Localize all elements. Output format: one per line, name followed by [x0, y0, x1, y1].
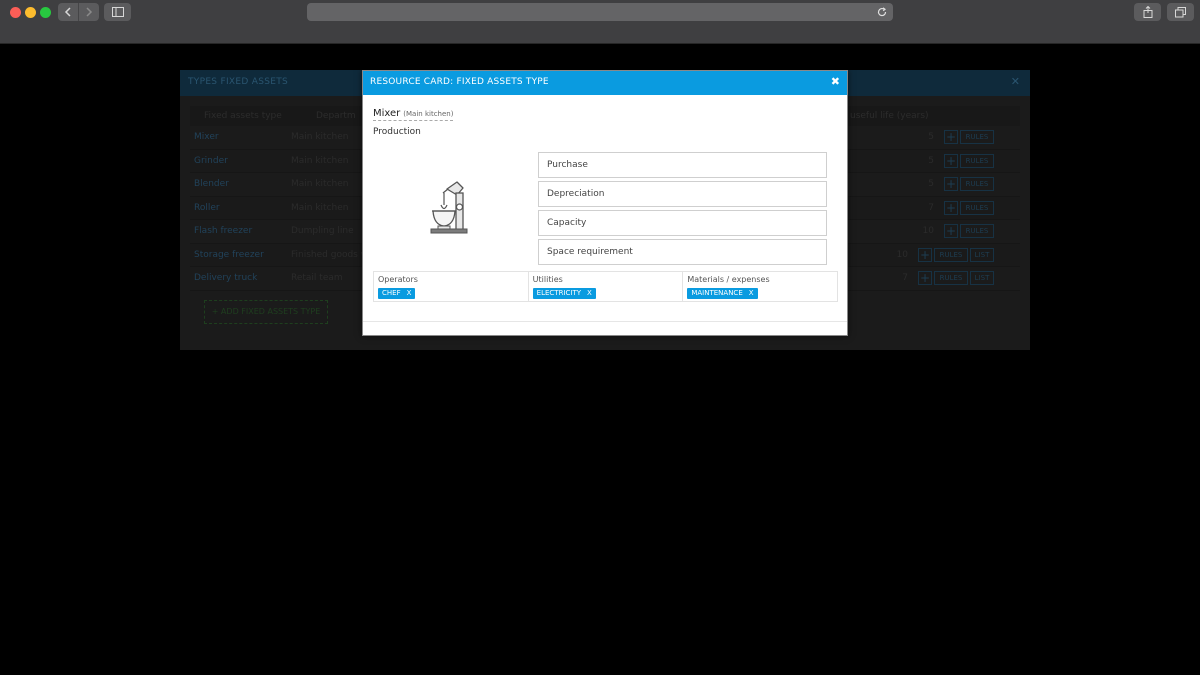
- plus-icon: +: [944, 177, 958, 191]
- column-header-life: useful life (years): [850, 111, 929, 121]
- reload-icon: [877, 7, 887, 17]
- close-icon: ✕: [1010, 75, 1020, 88]
- minimize-window-button[interactable]: [25, 7, 36, 18]
- resource-card-modal: RESOURCE CARD: FIXED ASSETS TYPE ✖ Mixer…: [362, 70, 848, 336]
- depreciation-button[interactable]: Depreciation: [538, 181, 827, 207]
- chevron-right-icon: [85, 7, 92, 17]
- plus-icon: +: [944, 130, 958, 144]
- rules-button: RULES: [960, 224, 994, 238]
- tag-label: MAINTENANCE: [691, 289, 743, 297]
- chevron-left-icon: [64, 7, 71, 17]
- department-cell: Main kitchen: [291, 132, 349, 142]
- materials-expenses-column: Materials / expenses MAINTENANCE X: [683, 272, 837, 301]
- show-tabs-button[interactable]: [1167, 3, 1194, 21]
- plus-icon: +: [918, 247, 932, 262]
- useful-life-cell: 5: [928, 155, 934, 166]
- list-button: LIST: [970, 247, 994, 262]
- capacity-button[interactable]: Capacity: [538, 210, 827, 236]
- asset-type-cell: Blender: [194, 179, 229, 189]
- modal-close-button[interactable]: ✖: [831, 75, 840, 88]
- asset-department: (Main kitchen): [403, 110, 454, 118]
- tabs-icon: [1175, 6, 1186, 17]
- back-button[interactable]: [58, 3, 78, 21]
- modal-footer-divider: [363, 321, 847, 322]
- rules-button: RULES: [960, 200, 994, 215]
- share-button[interactable]: [1134, 3, 1161, 21]
- useful-life-cell: 5: [928, 132, 934, 142]
- asset-type-cell: Grinder: [194, 155, 228, 166]
- space-requirement-button[interactable]: Space requirement: [538, 239, 827, 265]
- tag-label: CHEF: [382, 289, 401, 297]
- add-fixed-assets-type-button: + ADD FIXED ASSETS TYPE: [204, 300, 328, 324]
- address-bar[interactable]: [307, 3, 893, 21]
- resource-assignments: Operators CHEF X Utilities ELECTRICITY X M…: [373, 271, 838, 302]
- rules-button: RULES: [960, 130, 994, 144]
- expense-tag-maintenance: MAINTENANCE X: [687, 288, 758, 299]
- department-cell: Dumpling line: [291, 226, 354, 236]
- rules-button: RULES: [934, 247, 968, 262]
- useful-life-cell: 10: [922, 226, 934, 236]
- utility-tag-electricity: ELECTRICITY X: [532, 288, 596, 299]
- plus-icon: +: [918, 271, 932, 285]
- rules-button: RULES: [960, 153, 994, 168]
- remove-tag-button[interactable]: X: [587, 289, 592, 297]
- stand-mixer-icon: [430, 181, 468, 234]
- useful-life-cell: 7: [928, 202, 934, 213]
- history-nav: [58, 3, 99, 21]
- panel-title: TYPES FIXED ASSETS: [188, 77, 289, 87]
- operators-label: Operators: [378, 275, 418, 284]
- plus-icon: +: [944, 224, 958, 238]
- useful-life-cell: 10: [896, 249, 908, 260]
- column-header-type: Fixed assets type: [204, 111, 282, 121]
- zoom-window-button[interactable]: [40, 7, 51, 18]
- list-button: LIST: [970, 271, 994, 285]
- department-cell: Main kitchen: [291, 155, 349, 166]
- department-cell: Retail team: [291, 273, 343, 283]
- department-cell: Finished goods w: [291, 249, 369, 260]
- forward-button[interactable]: [78, 3, 98, 21]
- rules-button: RULES: [934, 271, 968, 285]
- operators-column: Operators CHEF X: [374, 272, 529, 301]
- materials-expenses-label: Materials / expenses: [687, 275, 770, 284]
- sidebar-icon: [111, 7, 124, 17]
- useful-life-cell: 5: [928, 179, 934, 189]
- remove-tag-button[interactable]: X: [749, 289, 754, 297]
- rules-button: RULES: [960, 177, 994, 191]
- asset-type-cell: Roller: [194, 202, 220, 213]
- asset-name-text: Mixer: [373, 108, 401, 119]
- modal-title: RESOURCE CARD: FIXED ASSETS TYPE: [370, 77, 549, 87]
- operator-tag-chef: CHEF X: [378, 288, 416, 299]
- plus-icon: +: [944, 200, 958, 215]
- tag-label: ELECTRICITY: [536, 289, 582, 297]
- plus-icon: +: [944, 153, 958, 168]
- purchase-button[interactable]: Purchase: [538, 152, 827, 178]
- useful-life-cell: 7: [902, 273, 908, 283]
- department-cell: Main kitchen: [291, 179, 349, 189]
- modal-header: RESOURCE CARD: FIXED ASSETS TYPE ✖: [363, 71, 847, 95]
- sidebar-toggle-button[interactable]: [104, 3, 131, 21]
- browser-toolbar: [0, 0, 1200, 44]
- share-icon: [1143, 6, 1152, 18]
- remove-tag-button[interactable]: X: [407, 289, 412, 297]
- asset-category: Production: [373, 127, 421, 137]
- reload-button[interactable]: [875, 5, 889, 19]
- asset-type-cell: Delivery truck: [194, 273, 258, 283]
- utilities-label: Utilities: [532, 275, 563, 284]
- column-header-department: Departm: [316, 111, 356, 121]
- asset-type-cell: Mixer: [194, 132, 219, 142]
- utilities-column: Utilities ELECTRICITY X: [529, 272, 684, 301]
- department-cell: Main kitchen: [291, 202, 349, 213]
- asset-name[interactable]: Mixer (Main kitchen): [373, 108, 454, 121]
- asset-type-cell: Storage freezer: [194, 249, 264, 260]
- asset-type-cell: Flash freezer: [194, 226, 253, 236]
- close-window-button[interactable]: [10, 7, 21, 18]
